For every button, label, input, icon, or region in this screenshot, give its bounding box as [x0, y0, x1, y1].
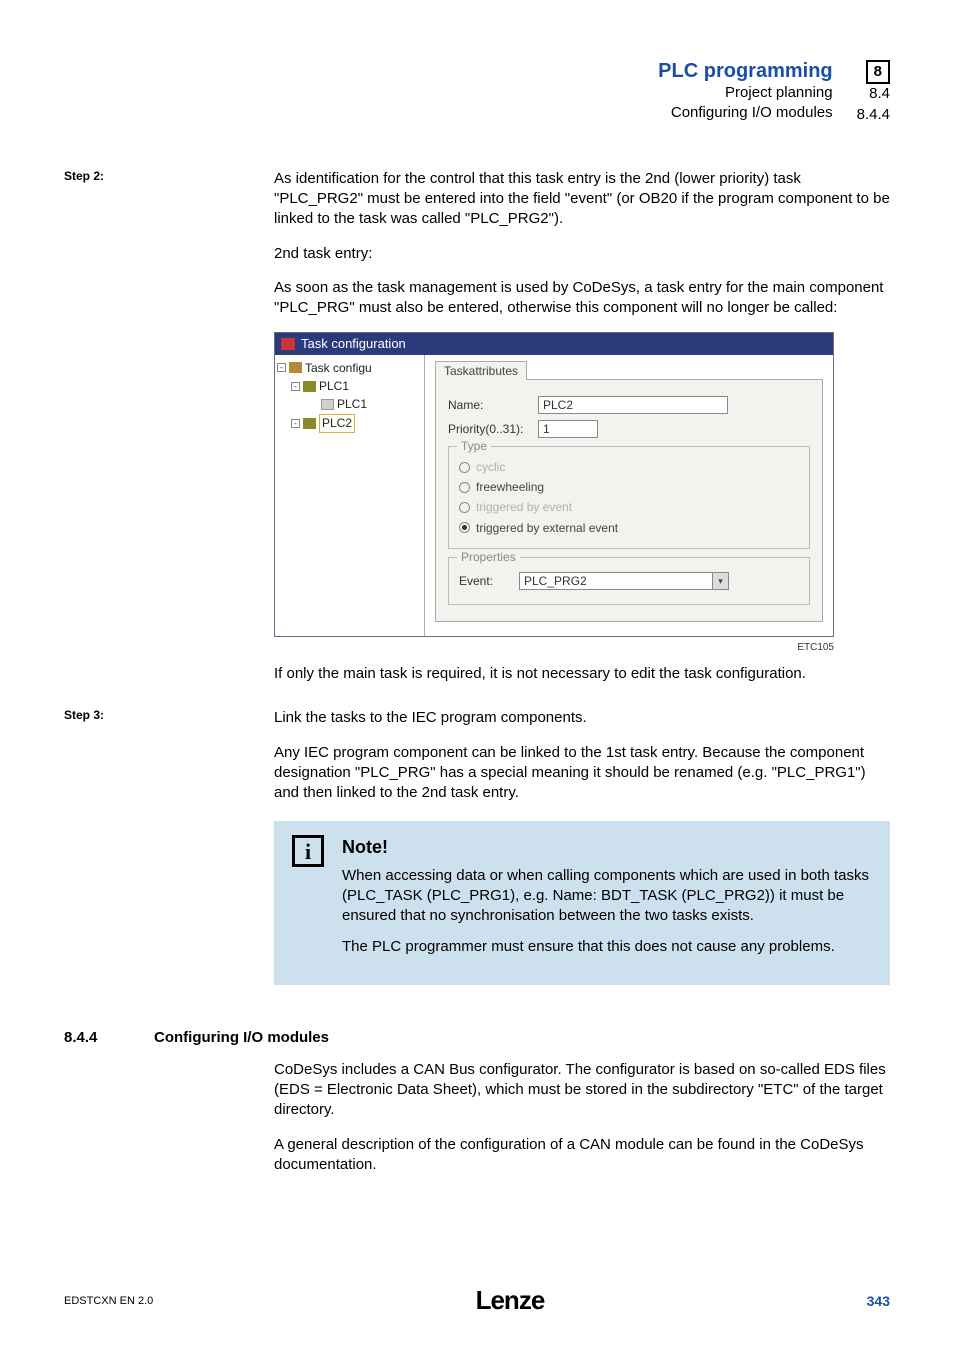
page-number: 343 [867, 1293, 890, 1309]
tree-leaf-plc1[interactable]: PLC1 [337, 396, 367, 412]
page-footer: EDSTCXN EN 2.0 Lenze 343 [64, 1285, 890, 1316]
tree-root-label[interactable]: Task configu [305, 360, 372, 376]
task-icon [303, 418, 316, 429]
section-number: 8.4.4 [64, 1029, 114, 1046]
radio-freewheeling[interactable] [459, 482, 470, 493]
tree-node-plc2-selected[interactable]: PLC2 [319, 414, 355, 432]
task-attributes-pane: Taskattributes Name: Priority(0..31): [425, 355, 833, 636]
radio-triggered-external-label: triggered by external event [476, 520, 618, 536]
properties-legend: Properties [457, 549, 520, 565]
footer-docid: EDSTCXN EN 2.0 [64, 1295, 153, 1307]
radio-cyclic[interactable] [459, 462, 470, 473]
tree-expander-icon[interactable]: - [277, 363, 286, 372]
step-2-paragraph-2: 2nd task entry: [274, 244, 890, 264]
info-icon: i [292, 835, 324, 867]
chapter-number-boxed: 8 [866, 60, 890, 84]
doc-title: PLC programming [658, 60, 832, 83]
radio-triggered-external[interactable] [459, 522, 470, 533]
tab-taskattributes[interactable]: Taskattributes [435, 361, 527, 380]
note-title: Note! [342, 835, 872, 859]
radio-freewheeling-label: freewheeling [476, 479, 544, 495]
window-title-text: Task configuration [301, 335, 406, 353]
tree-node-plc1[interactable]: PLC1 [319, 378, 349, 394]
type-group: Type cyclic freewheeling [448, 446, 810, 549]
doc-subtitle-2: Configuring I/O modules [658, 103, 832, 123]
folder-icon [289, 362, 302, 373]
section-title: Configuring I/O modules [154, 1029, 329, 1046]
radio-cyclic-label: cyclic [476, 459, 505, 475]
step-3-paragraph-2: Any IEC program component can be linked … [274, 743, 890, 804]
properties-group: Properties Event: PLC_PRG2 ▾ [448, 557, 810, 605]
tree-expander-icon[interactable]: - [291, 382, 300, 391]
after-screenshot-paragraph: If only the main task is required, it is… [274, 664, 890, 684]
tree-pane: - Task configu - PLC1 PLC [275, 355, 425, 636]
type-legend: Type [457, 438, 491, 454]
window-titlebar: Task configuration [275, 333, 833, 355]
task-icon [303, 381, 316, 392]
section-number-2: 8.4.4 [857, 105, 890, 125]
step-3-paragraph-1: Link the tasks to the IEC program compon… [274, 708, 890, 728]
event-label: Event: [459, 573, 519, 589]
doc-subtitle-1: Project planning [658, 83, 832, 103]
step-3-label: Step 3: [64, 708, 274, 722]
tree-expander-icon[interactable]: - [291, 419, 300, 428]
step-2-paragraph-3: As soon as the task management is used b… [274, 278, 890, 319]
lenze-logo: Lenze [476, 1285, 545, 1316]
chevron-down-icon[interactable]: ▾ [712, 573, 728, 589]
program-icon [321, 399, 334, 410]
note-body-1: When accessing data or when calling comp… [342, 866, 872, 927]
priority-field[interactable] [538, 420, 598, 438]
step-2-paragraph-1: As identification for the control that t… [274, 169, 890, 230]
note-box: i Note! When accessing data or when call… [274, 821, 890, 984]
section-paragraph-2: A general description of the configurati… [274, 1135, 890, 1176]
note-body-2: The PLC programmer must ensure that this… [342, 937, 872, 957]
event-value: PLC_PRG2 [520, 573, 712, 589]
name-field[interactable] [538, 396, 728, 414]
page-header: PLC programming Project planning Configu… [64, 60, 890, 125]
name-label: Name: [448, 397, 538, 413]
section-heading: 8.4.4 Configuring I/O modules [64, 1029, 890, 1046]
section-number-1: 8.4 [857, 84, 890, 104]
task-config-screenshot: Task configuration - Task configu - [274, 332, 834, 636]
section-paragraph-1: CoDeSys includes a CAN Bus configurator.… [274, 1060, 890, 1121]
event-select[interactable]: PLC_PRG2 ▾ [519, 572, 729, 590]
step-2-label: Step 2: [64, 169, 274, 183]
priority-label: Priority(0..31): [448, 421, 538, 437]
radio-triggered-event[interactable] [459, 502, 470, 513]
screenshot-caption: ETC105 [274, 641, 834, 655]
radio-triggered-event-label: triggered by event [476, 499, 572, 515]
window-app-icon [281, 338, 295, 350]
